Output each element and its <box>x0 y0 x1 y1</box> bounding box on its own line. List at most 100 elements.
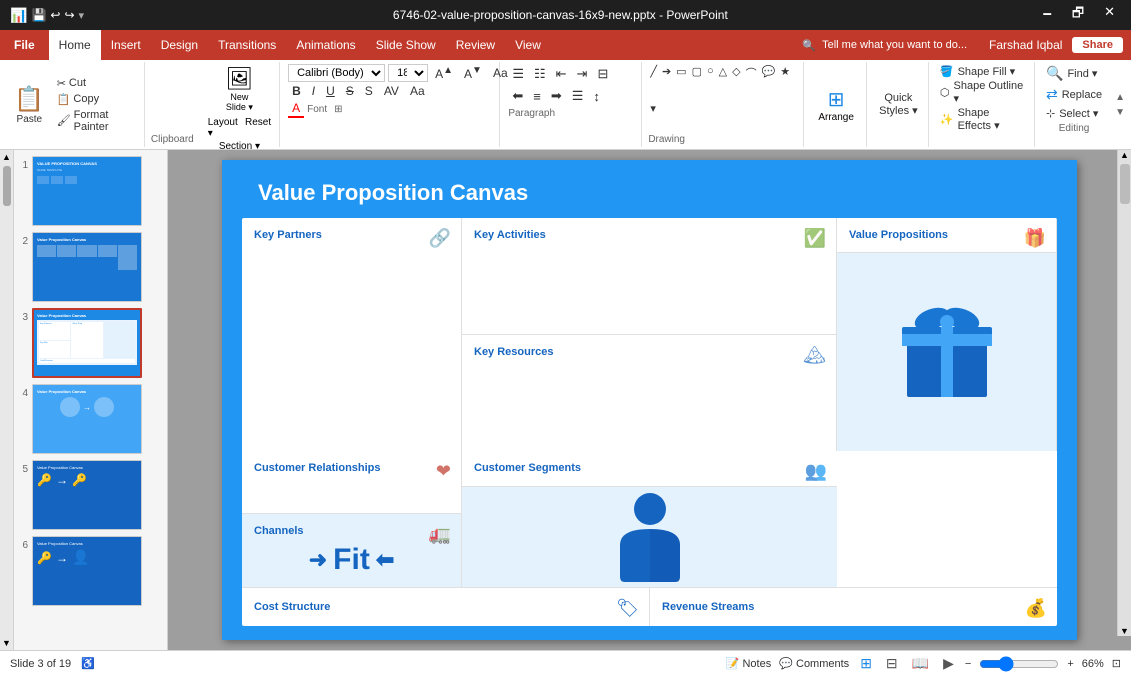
undo-icon[interactable]: ↩ <box>50 8 60 22</box>
maximize-button[interactable]: 🗗 <box>1066 2 1090 28</box>
slide-sorter-button[interactable]: ⊟ <box>883 653 901 674</box>
select-button[interactable]: ⊹ Select ▾ <box>1043 106 1105 121</box>
normal-view-button[interactable]: ⊞ <box>857 653 875 674</box>
shape-diamond[interactable]: ◇ <box>730 64 742 100</box>
customer-seg-header[interactable]: Customer Segments 👥 <box>462 451 837 486</box>
change-case-button[interactable]: Aa <box>406 83 429 99</box>
shape-outline-button[interactable]: ⬡ Shape Outline ▾ <box>937 79 1028 106</box>
underline-button[interactable]: U <box>322 83 339 99</box>
slide-scroll-down[interactable]: ▼ <box>2 638 11 648</box>
shape-rounded[interactable]: ▢ <box>690 64 704 100</box>
home-menu[interactable]: Home <box>49 30 101 60</box>
tell-me-box[interactable]: 🔍 Tell me what you want to do... <box>790 39 979 52</box>
shape-star[interactable]: ★ <box>778 64 792 100</box>
revenue-streams-cell[interactable]: Revenue Streams 💰 <box>650 588 1057 626</box>
share-button[interactable]: Share <box>1072 37 1123 53</box>
key-partners-cell[interactable]: Key Partners 🔗 <box>242 218 461 451</box>
slide-thumb-1[interactable]: 1 VALUE PROPOSITION CANVAS SLIDE TEMPLAT… <box>16 156 159 226</box>
canvas-scroll-down-btn[interactable]: ▼ <box>1120 626 1129 636</box>
key-activities-cell[interactable]: Key Activities ✅ <box>462 218 836 335</box>
comments-button[interactable]: 💬 Comments <box>779 657 849 670</box>
cost-structure-cell[interactable]: Cost Structure 🏷 <box>242 588 650 626</box>
justify-button[interactable]: ☰ <box>568 86 588 106</box>
arrange-button[interactable]: ⊞ Arrange <box>812 83 860 127</box>
slide-scroll-thumb[interactable] <box>3 166 11 206</box>
shape-circle[interactable]: ○ <box>705 64 716 100</box>
char-spacing-button[interactable]: AV <box>380 83 403 99</box>
slide-thumb-5[interactable]: 5 Value Proposition Canvas 🔑 → 🔑 <box>16 460 159 530</box>
slide-thumb-3[interactable]: 3 Value Proposition Canvas Key Partners … <box>16 308 159 378</box>
close-button[interactable]: ✕ <box>1098 2 1121 28</box>
redo-icon[interactable]: ↪ <box>64 8 74 22</box>
strikethrough-button[interactable]: S <box>342 83 358 99</box>
review-menu[interactable]: Review <box>446 30 505 60</box>
align-left-button[interactable]: ⬅ <box>508 86 527 106</box>
font-color-button[interactable]: A <box>288 100 304 118</box>
slide-thumb-2[interactable]: 2 Value Proposition Canvas <box>16 232 159 302</box>
slide-scroll-up[interactable]: ▲ <box>2 152 11 162</box>
bullets-button[interactable]: ☰ <box>508 64 528 84</box>
shape-triangle[interactable]: △ <box>717 64 729 100</box>
text-shadow-button[interactable]: S <box>361 83 377 99</box>
zoom-slider[interactable] <box>979 656 1059 672</box>
shape-arrow[interactable]: ➔ <box>660 64 673 100</box>
shape-effects-button[interactable]: ✨ Shape Effects ▾ <box>937 106 1028 133</box>
shape-fill-button[interactable]: 🪣 Shape Fill ▾ <box>937 64 1028 79</box>
file-menu[interactable]: File <box>0 30 49 60</box>
shape-more[interactable]: ▾ <box>648 101 658 134</box>
shape-callout[interactable]: 💬 <box>760 64 778 100</box>
tell-me-text[interactable]: Tell me what you want to do... <box>822 39 967 51</box>
slide-thumb-4[interactable]: 4 Value Proposition Canvas → <box>16 384 159 454</box>
ribbon-scroll-up[interactable]: ▲ <box>1113 90 1127 105</box>
inc-indent-button[interactable]: ⇥ <box>573 64 592 84</box>
italic-button[interactable]: I <box>308 83 319 99</box>
view-menu[interactable]: View <box>505 30 551 60</box>
zoom-out-button[interactable]: − <box>965 658 971 670</box>
font-size-select[interactable]: 18 <box>388 64 428 82</box>
line-spacing-button[interactable]: ↕ <box>589 87 604 106</box>
canvas-scroll-thumb-right[interactable] <box>1120 164 1130 204</box>
shrink-font-button[interactable]: A▼ <box>460 64 486 82</box>
value-prop-header[interactable]: Value Propositions 🎁 <box>837 218 1056 253</box>
grow-font-button[interactable]: A▲ <box>431 64 457 82</box>
columns-button[interactable]: ⊟ <box>593 64 612 84</box>
slideshow-menu[interactable]: Slide Show <box>366 30 446 60</box>
quick-styles-button[interactable]: QuickStyles ▾ <box>879 92 918 117</box>
design-menu[interactable]: Design <box>151 30 208 60</box>
font-expand[interactable]: ⊞ <box>334 104 342 115</box>
notes-button[interactable]: 📝 Notes <box>726 657 772 670</box>
replace-button[interactable]: ⇄ Replace <box>1043 85 1105 104</box>
slide-canvas[interactable]: Value Proposition Canvas Key Partners 🔗 … <box>222 160 1077 640</box>
shape-curve[interactable]: ⌒ <box>744 64 759 100</box>
shape-line[interactable]: ╱ <box>648 64 659 100</box>
zoom-level[interactable]: 66% <box>1082 658 1104 670</box>
copy-button[interactable]: 📋 Copy <box>53 92 140 107</box>
save-icon[interactable]: 💾 <box>31 8 46 22</box>
channels-cell[interactable]: Channels 🚛 ➜ Fit ⬅ <box>242 514 461 586</box>
dec-indent-button[interactable]: ⇤ <box>552 64 571 84</box>
zoom-in-button[interactable]: + <box>1067 658 1073 670</box>
align-center-button[interactable]: ≡ <box>529 87 545 106</box>
key-resources-cell[interactable]: Key Resources 🏔 <box>462 335 836 451</box>
font-name-select[interactable]: Calibri (Body) <box>288 64 385 82</box>
minimize-button[interactable]: 🗕 <box>1037 2 1058 28</box>
animations-menu[interactable]: Animations <box>286 30 365 60</box>
reset-button[interactable]: Reset <box>245 117 271 139</box>
transitions-menu[interactable]: Transitions <box>208 30 286 60</box>
slide-thumb-6[interactable]: 6 Value Proposition Canvas 🔑 → 👤 <box>16 536 159 606</box>
numbering-button[interactable]: ☷ <box>530 64 550 84</box>
format-painter-button[interactable]: 🖌 Format Painter <box>53 108 140 134</box>
shape-rect[interactable]: ▭ <box>674 64 688 100</box>
slideshow-button[interactable]: ▶ <box>940 653 957 674</box>
paste-button[interactable]: 📋 Paste <box>8 64 51 145</box>
new-slide-button[interactable]: 🖼 NewSlide ▾ <box>217 64 261 115</box>
insert-menu[interactable]: Insert <box>101 30 151 60</box>
align-right-button[interactable]: ➡ <box>547 86 566 106</box>
bold-button[interactable]: B <box>288 83 305 99</box>
cut-button[interactable]: ✂ Cut <box>53 76 140 91</box>
fit-slide-button[interactable]: ⊡ <box>1112 657 1121 670</box>
reading-view-button[interactable]: 📖 <box>909 653 932 674</box>
canvas-scroll-up-btn[interactable]: ▲ <box>1120 150 1129 160</box>
find-button[interactable]: 🔍 Find ▾ <box>1043 64 1105 83</box>
customer-rel-cell[interactable]: Customer Relationships ❤ <box>242 451 461 514</box>
